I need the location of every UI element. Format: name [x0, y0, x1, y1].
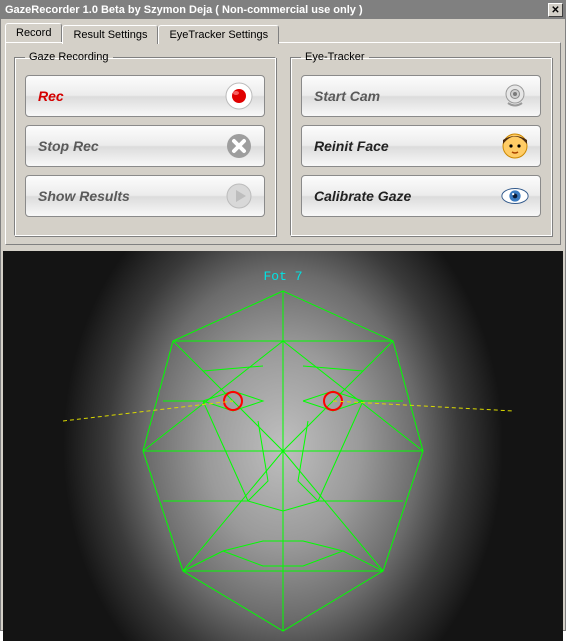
tab-strip: Record Result Settings EyeTracker Settin… — [1, 19, 565, 42]
group-eye-tracker: Eye-Tracker Start Cam Reinit Face — [290, 51, 552, 236]
calibrate-gaze-button[interactable]: Calibrate Gaze — [301, 175, 541, 217]
titlebar: GazeRecorder 1.0 Beta by Szymon Deja ( N… — [1, 1, 565, 19]
show-results-button[interactable]: Show Results — [25, 175, 265, 217]
record-icon — [224, 81, 254, 111]
calibrate-gaze-label: Calibrate Gaze — [314, 188, 411, 204]
tab-panel: Gaze Recording Rec Stop Rec — [5, 42, 561, 245]
stop-rec-button[interactable]: Stop Rec — [25, 125, 265, 167]
tab-result-settings[interactable]: Result Settings — [62, 25, 158, 44]
show-results-label: Show Results — [38, 188, 130, 204]
group-gaze-legend: Gaze Recording — [25, 51, 113, 63]
webcam-icon — [500, 81, 530, 111]
camera-preview: Fot 7 — [3, 251, 563, 641]
play-icon — [224, 181, 254, 211]
eye-icon — [500, 181, 530, 211]
rec-button[interactable]: Rec — [25, 75, 265, 117]
start-cam-label: Start Cam — [314, 88, 380, 104]
face-avatar-icon — [500, 131, 530, 161]
cancel-icon — [224, 131, 254, 161]
tab-eyetracker-settings[interactable]: EyeTracker Settings — [158, 25, 279, 44]
close-button[interactable]: ✕ — [548, 3, 563, 17]
stop-rec-label: Stop Rec — [38, 138, 99, 154]
start-cam-button[interactable]: Start Cam — [301, 75, 541, 117]
group-gaze-recording: Gaze Recording Rec Stop Rec — [14, 51, 276, 236]
app-window: GazeRecorder 1.0 Beta by Szymon Deja ( N… — [0, 0, 566, 631]
group-tracker-legend: Eye-Tracker — [301, 51, 369, 63]
window-title: GazeRecorder 1.0 Beta by Szymon Deja ( N… — [5, 4, 363, 16]
face-mesh-overlay — [3, 251, 563, 641]
rec-button-label: Rec — [38, 88, 64, 104]
tab-record[interactable]: Record — [5, 23, 62, 42]
reinit-face-button[interactable]: Reinit Face — [301, 125, 541, 167]
reinit-face-label: Reinit Face — [314, 138, 389, 154]
